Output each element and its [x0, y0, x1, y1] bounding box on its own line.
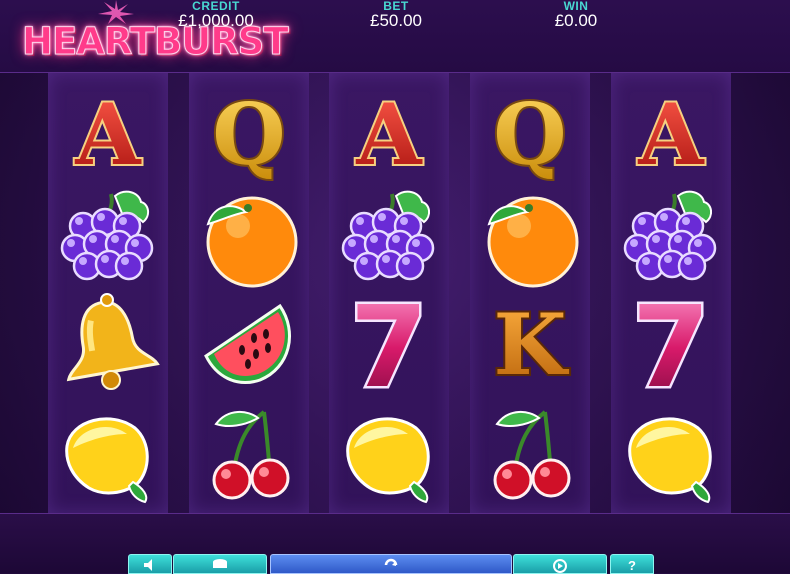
credit-meter: CREDIT £1,000.00 — [136, 0, 296, 30]
symbol-grapes — [53, 182, 163, 292]
symbol-ace: A — [53, 78, 163, 188]
symbol-lemon — [334, 398, 444, 508]
bet-meter: BET £50.00 — [316, 0, 476, 30]
top-bar: HEARTBURST CREDIT £1,000.00 BET £50.00 W… — [0, 0, 790, 73]
svg-text:A: A — [74, 85, 142, 184]
credit-value: £1,000.00 — [178, 11, 254, 30]
svg-text:Q: Q — [212, 85, 285, 184]
symbol-grapes — [334, 182, 444, 292]
bet-value: £50.00 — [370, 11, 422, 30]
symbol-seven: 7 — [616, 288, 726, 398]
coins-button[interactable] — [173, 554, 267, 574]
symbol-queen: Q — [475, 78, 585, 188]
symbol-lemon — [53, 398, 163, 508]
spin-button[interactable] — [270, 554, 512, 574]
symbol-bell — [53, 288, 163, 398]
symbol-lemon — [616, 398, 726, 508]
svg-text:7: 7 — [350, 288, 428, 398]
symbol-orange — [475, 182, 585, 292]
symbol-ace: A — [334, 78, 444, 188]
win-meter: WIN £0.00 — [496, 0, 656, 30]
svg-text:K: K — [493, 295, 569, 394]
symbol-ace: A — [616, 78, 726, 188]
svg-text:?: ? — [628, 558, 636, 573]
symbol-watermelon — [194, 288, 304, 398]
svg-text:7: 7 — [632, 288, 710, 398]
symbol-seven: 7 — [334, 288, 444, 398]
help-button[interactable]: ? — [610, 554, 654, 574]
svg-text:A: A — [355, 85, 423, 184]
symbol-cherries — [194, 398, 304, 508]
symbol-grapes — [616, 182, 726, 292]
symbol-orange — [194, 182, 304, 292]
sound-button[interactable] — [128, 554, 172, 574]
win-value: £0.00 — [554, 11, 598, 30]
symbol-queen: Q — [194, 78, 304, 188]
svg-text:Q: Q — [493, 85, 566, 184]
autoplay-button[interactable] — [513, 554, 607, 574]
svg-text:A: A — [637, 85, 705, 184]
symbol-king: K — [475, 288, 585, 398]
symbol-cherries — [475, 398, 585, 508]
